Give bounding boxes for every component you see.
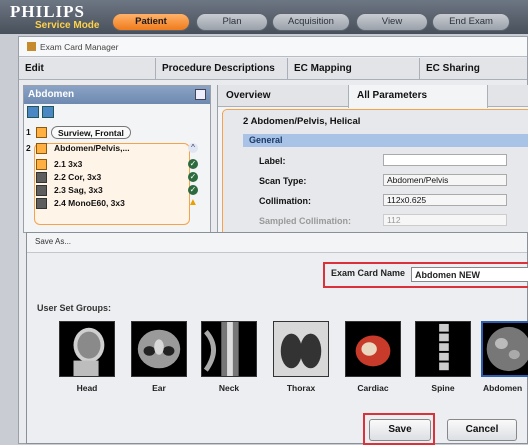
group-label: Spine bbox=[431, 383, 455, 393]
menu-procedure-descriptions[interactable]: Procedure Descriptions bbox=[155, 58, 287, 80]
edit-icon[interactable] bbox=[195, 89, 206, 100]
tree-header: Abdomen bbox=[24, 86, 210, 104]
head-thumbnail[interactable] bbox=[59, 321, 115, 377]
group-label: Thorax bbox=[286, 383, 316, 393]
row-number: 2 bbox=[26, 143, 31, 153]
tab-overview[interactable]: Overview bbox=[226, 85, 270, 107]
row-label: 2.3 Sag, 3x3 bbox=[54, 185, 103, 195]
spine-thumbnail[interactable] bbox=[415, 321, 471, 377]
list-item[interactable]: 2 Abdomen/Pelvis,... ^ bbox=[24, 142, 210, 155]
warning-icon: ▲ bbox=[188, 197, 198, 208]
scan-type-select[interactable]: Abdomen/Pelvis bbox=[383, 174, 507, 186]
ear-image bbox=[137, 329, 181, 369]
scan-parameters: 2 Abdomen/Pelvis, Helical General Label:… bbox=[222, 109, 528, 245]
window-title: Exam Card Manager bbox=[40, 42, 119, 52]
user-set-groups-label: User Set Groups: bbox=[37, 303, 112, 313]
tab-view[interactable]: View bbox=[356, 13, 428, 31]
section-general[interactable]: General bbox=[243, 134, 528, 147]
row-label: Surview, Frontal bbox=[51, 126, 131, 139]
tree-title: Abdomen bbox=[28, 89, 75, 100]
collapse-icon[interactable]: ^ bbox=[188, 143, 198, 153]
parameters-panel: Overview All Parameters 2 Abdomen/Pelvis… bbox=[217, 85, 528, 245]
tree-copy-icon[interactable] bbox=[42, 106, 54, 118]
parameter-tabs: Overview All Parameters bbox=[218, 85, 528, 108]
group-label: Cardiac bbox=[357, 383, 389, 393]
tab-end-exam[interactable]: End Exam bbox=[432, 13, 510, 31]
save-button[interactable]: Save bbox=[369, 419, 431, 441]
recon-icon bbox=[36, 185, 47, 196]
window-titlebar: Exam Card Manager bbox=[19, 37, 527, 57]
cancel-button[interactable]: Cancel bbox=[447, 419, 517, 441]
exam-card-icon bbox=[27, 42, 36, 51]
list-item[interactable]: 2.4 MonoE60, 3x3 ▲ bbox=[24, 197, 210, 210]
thorax-image bbox=[274, 322, 328, 376]
save-as-dialog: Save As... Exam Card Name Abdomen NEW Us… bbox=[26, 232, 528, 445]
tab-acquisition[interactable]: Acquisition bbox=[272, 13, 350, 31]
scan-icon bbox=[36, 143, 47, 154]
list-item[interactable]: 2.2 Cor, 3x3 ✓ bbox=[24, 171, 210, 184]
collimation-select[interactable]: 112x0.625 bbox=[383, 194, 507, 206]
abdomen-thumbnail[interactable] bbox=[481, 321, 528, 377]
field-label: Collimation: bbox=[259, 196, 311, 206]
cardiac-image bbox=[355, 335, 391, 367]
row-label: Abdomen/Pelvis,... bbox=[54, 143, 130, 153]
group-label: Neck bbox=[218, 383, 240, 393]
field-label: Scan Type: bbox=[259, 176, 307, 186]
check-icon: ✓ bbox=[188, 159, 198, 169]
scan-icon bbox=[36, 159, 47, 170]
neck-thumbnail[interactable] bbox=[201, 321, 257, 377]
philips-logo: PHILIPS bbox=[10, 2, 86, 21]
menu-ec-sharing[interactable]: EC Sharing bbox=[419, 58, 528, 80]
tab-plan[interactable]: Plan bbox=[196, 13, 268, 31]
top-bar: PHILIPS Service Mode Patient Plan Acquis… bbox=[0, 0, 528, 34]
row-label: 2.4 MonoE60, 3x3 bbox=[54, 198, 125, 208]
recon-icon bbox=[36, 198, 47, 209]
tab-patient[interactable]: Patient bbox=[112, 13, 190, 31]
label-field[interactable] bbox=[383, 154, 507, 166]
abdomen-image bbox=[486, 326, 528, 372]
list-item[interactable]: 2.1 3x3 ✓ bbox=[24, 158, 210, 171]
row-number: 1 bbox=[26, 127, 31, 137]
group-label: Abdomen bbox=[483, 383, 523, 393]
scan-title: 2 Abdomen/Pelvis, Helical bbox=[243, 116, 361, 127]
thorax-thumbnail[interactable] bbox=[273, 321, 329, 377]
check-icon: ✓ bbox=[188, 185, 198, 195]
exam-card-tree: Abdomen 1 Surview, Frontal 2 Abdomen/Pelvi… bbox=[23, 85, 211, 233]
row-label: 2.2 Cor, 3x3 bbox=[54, 172, 102, 182]
exam-card-name-group: Exam Card Name Abdomen NEW bbox=[323, 262, 528, 288]
menu-ec-mapping[interactable]: EC Mapping bbox=[287, 58, 419, 80]
head-image bbox=[73, 327, 105, 376]
group-label: Ear bbox=[152, 383, 166, 393]
neck-image bbox=[203, 322, 239, 376]
sampled-collimation-field: 112 bbox=[383, 214, 507, 226]
scan-icon bbox=[36, 127, 47, 138]
cardiac-thumbnail[interactable] bbox=[345, 321, 401, 377]
spine-image bbox=[439, 323, 449, 371]
row-label: 2.1 3x3 bbox=[54, 159, 83, 169]
list-item[interactable]: 1 Surview, Frontal bbox=[24, 126, 210, 139]
tree-toolbar bbox=[24, 104, 210, 122]
tab-all-parameters[interactable]: All Parameters bbox=[348, 85, 488, 108]
exam-card-name-input[interactable]: Abdomen NEW bbox=[411, 267, 528, 282]
tree-add-icon[interactable] bbox=[27, 106, 39, 118]
field-label: Sampled Collimation: bbox=[259, 216, 352, 226]
recon-icon bbox=[36, 172, 47, 183]
dialog-title: Save As... bbox=[27, 233, 527, 253]
menu-bar: Edit Procedure Descriptions EC Mapping E… bbox=[19, 58, 527, 80]
exam-card-name-label: Exam Card Name bbox=[331, 268, 406, 278]
mode-label: Service Mode bbox=[35, 20, 100, 31]
group-label: Head bbox=[76, 383, 98, 393]
ear-thumbnail[interactable] bbox=[131, 321, 187, 377]
list-item[interactable]: 2.3 Sag, 3x3 ✓ bbox=[24, 184, 210, 197]
check-icon: ✓ bbox=[188, 172, 198, 182]
field-label: Label: bbox=[259, 156, 286, 166]
menu-edit[interactable]: Edit bbox=[19, 58, 155, 80]
